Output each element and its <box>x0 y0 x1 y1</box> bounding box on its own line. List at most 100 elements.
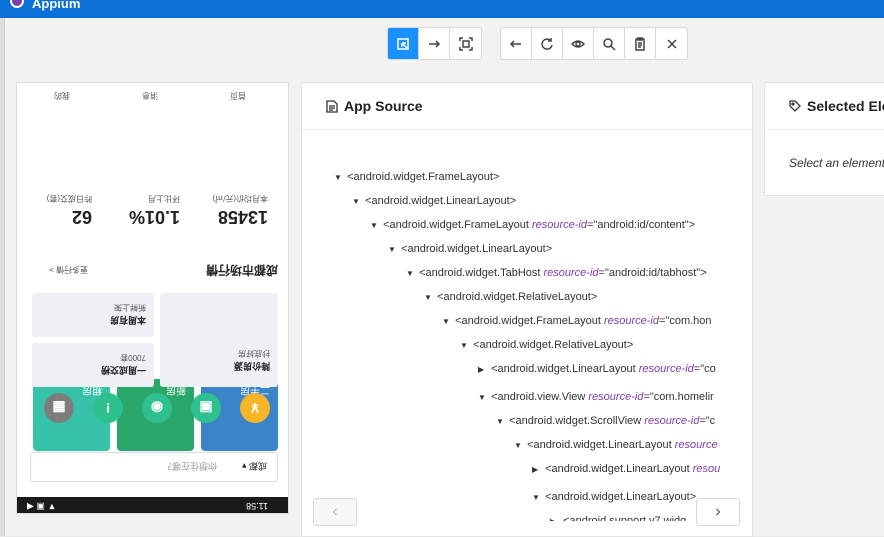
expand-toggle-icon[interactable]: ▼ <box>352 192 362 212</box>
expand-toggle-icon[interactable]: ▼ <box>514 436 524 456</box>
expand-toggle-icon[interactable]: ▶ <box>550 512 560 521</box>
refresh-button[interactable] <box>532 28 563 59</box>
copy-xml-button[interactable] <box>625 28 656 59</box>
expand-toggle-icon[interactable]: ▼ <box>460 336 470 356</box>
quick-entry-icon[interactable]: ¥ <box>240 393 270 423</box>
market-more-link[interactable]: 更多行情 > <box>49 264 88 275</box>
window-title: Appium <box>32 0 81 11</box>
card-1[interactable]: 一周成交榜 7000套 <box>32 343 154 387</box>
node-tag: <android.widget.LinearLayout> <box>401 243 553 255</box>
card-2[interactable]: 本周有房 新鲜上架 <box>32 293 154 337</box>
arrow-right-icon <box>429 39 441 48</box>
bottom-tab[interactable]: 我的 <box>54 90 70 101</box>
file-text-icon <box>326 99 338 113</box>
eye-icon <box>571 39 585 48</box>
action-toolbar <box>500 27 688 60</box>
scroll-left-button[interactable]: ‹ <box>313 498 357 526</box>
stat-value: 13458 <box>217 207 268 227</box>
node-tag: <android.widget.FrameLayout> <box>347 171 500 183</box>
tree-node[interactable]: ▼ <android.widget.FrameLayout resource-i… <box>370 215 695 235</box>
node-tag: <android.widget.FrameLayout <box>383 219 532 231</box>
tree-node[interactable]: ▼ <android.widget.LinearLayout resource <box>514 435 718 455</box>
node-attr-value: ="c <box>699 415 716 427</box>
card-title-1: 一周成交榜 <box>100 365 146 375</box>
node-attr-name: resource-id <box>588 391 644 403</box>
node-tag: <android.widget.LinearLayout <box>545 463 693 475</box>
node-attr-value: ="co <box>693 363 716 375</box>
tree-node[interactable]: ▼ <android.widget.LinearLayout> <box>352 191 516 211</box>
tree-node[interactable]: ▼ <android.view.View resource-id="com.ho… <box>478 387 714 407</box>
bottom-tab[interactable]: 首页 <box>230 90 246 101</box>
expand-toggle-icon[interactable]: ▼ <box>424 288 434 308</box>
tree-node[interactable]: ▼ <android.widget.LinearLayout> <box>388 239 552 259</box>
city-selector[interactable]: 成都 ▾ <box>242 460 267 473</box>
expand-toggle-icon[interactable]: ▼ <box>442 312 452 332</box>
clipboard-icon <box>635 36 645 51</box>
node-attr-name: resource-id <box>543 267 599 279</box>
expand-toggle-icon[interactable]: ▼ <box>478 388 488 408</box>
node-tag: <android.widget.ScrollView <box>509 415 645 427</box>
tree-node[interactable]: ▼ <android.widget.RelativeLayout> <box>460 335 633 355</box>
expand-toggle-icon[interactable]: ▼ <box>388 240 398 260</box>
expand-toggle-icon[interactable]: ▶ <box>478 360 488 380</box>
expand-toggle-icon[interactable]: ▶ <box>532 460 542 480</box>
tree-node[interactable]: ▼ <android.widget.ScrollView resource-id… <box>496 411 715 431</box>
card-0[interactable]: 降价房源 抄底好房 <box>160 293 278 387</box>
node-attr-name: resource-id <box>644 415 700 427</box>
tag-icon <box>789 99 801 112</box>
app-source-title: App Source <box>344 98 423 114</box>
search-button[interactable] <box>594 28 625 59</box>
node-tag: <android.widget.RelativeLayout> <box>437 291 598 303</box>
tree-node[interactable]: ▶ <android.widget.LinearLayout resou <box>532 459 720 479</box>
tree-node[interactable]: ▼ <android.widget.TabHost resource-id="a… <box>406 263 707 283</box>
quick-entry-icon[interactable]: ▣ <box>191 393 221 423</box>
select-cursor-icon <box>397 37 409 50</box>
app-source-panel: App Source ▼ <android.widget.FrameLayout… <box>301 82 753 537</box>
node-attr-value: ="android:id/tabhost"> <box>598 267 707 279</box>
expand-toggle-icon[interactable]: ▼ <box>496 412 506 432</box>
search-bar[interactable]: 成都 ▾ 你想住在哪？ <box>30 452 278 482</box>
expand-toggle-icon[interactable]: ▼ <box>334 168 344 188</box>
expand-toggle-icon[interactable]: ▼ <box>406 264 416 284</box>
node-attr-value: ="android:id/content"> <box>587 219 696 231</box>
show-hide-button[interactable] <box>563 28 594 59</box>
status-time: 11:58 <box>246 501 268 511</box>
arrow-left-icon <box>509 39 521 48</box>
card-sub-1: 7000套 <box>120 353 146 362</box>
tree-node[interactable]: ▼ <android.widget.LinearLayout> <box>532 487 696 507</box>
expand-toggle-icon[interactable]: ▼ <box>532 488 542 508</box>
node-tag: <android.widget.LinearLayout <box>527 439 675 451</box>
device-screen: 11:58 ▼ ▣ ◀ 成都 ▾ 你想住在哪？ 二手房 新房 租房 ¥海外▣商业… <box>17 83 288 513</box>
node-tag: <android.widget.LinearLayout> <box>545 491 697 503</box>
stat-label: 本月均价(元/㎡) <box>212 194 268 203</box>
tree-node[interactable]: ▶ <android.widget.LinearLayout resource-… <box>478 359 716 379</box>
tap-coordinates-button[interactable] <box>450 28 481 59</box>
quick-entry-icon[interactable]: ! <box>93 393 123 423</box>
select-element-hint: Select an element <box>789 156 884 170</box>
quit-session-button[interactable] <box>656 28 687 59</box>
node-attr-name: resource-id <box>638 363 694 375</box>
quick-entry-icon[interactable]: ◉ <box>142 393 172 423</box>
swipe-button[interactable] <box>419 28 450 59</box>
tree-node[interactable]: ▼ <android.widget.RelativeLayout> <box>424 287 597 307</box>
bottom-tab[interactable]: 消息 <box>142 90 158 101</box>
refresh-icon <box>541 37 553 50</box>
nav-icons: ▼ ▣ ◀ <box>27 502 57 512</box>
card-sub-2: 新鲜上架 <box>114 303 146 312</box>
tree-node[interactable]: ▶ <android.support.v7.widg <box>550 511 686 521</box>
select-elements-button[interactable] <box>388 28 419 59</box>
device-screenshot[interactable]: 11:58 ▼ ▣ ◀ 成都 ▾ 你想住在哪？ 二手房 新房 租房 ¥海外▣商业… <box>16 82 289 514</box>
stat-value: 1.01% <box>128 207 180 227</box>
node-tag: <android.widget.RelativeLayout> <box>473 339 634 351</box>
app-source-header: App Source <box>302 83 752 130</box>
scroll-right-button[interactable]: › <box>696 498 740 526</box>
back-button[interactable] <box>501 28 532 59</box>
node-tag: <android.widget.LinearLayout> <box>365 195 517 207</box>
tree-node[interactable]: ▼ <android.widget.FrameLayout> <box>334 167 499 187</box>
close-icon <box>666 38 677 49</box>
tree-node[interactable]: ▼ <android.widget.FrameLayout resource-i… <box>442 311 712 331</box>
expand-toggle-icon[interactable]: ▼ <box>370 216 380 236</box>
quick-entry-icon[interactable]: ▦ <box>44 393 74 423</box>
node-attr-name: resou <box>692 463 721 475</box>
appium-logo-icon <box>10 0 24 8</box>
